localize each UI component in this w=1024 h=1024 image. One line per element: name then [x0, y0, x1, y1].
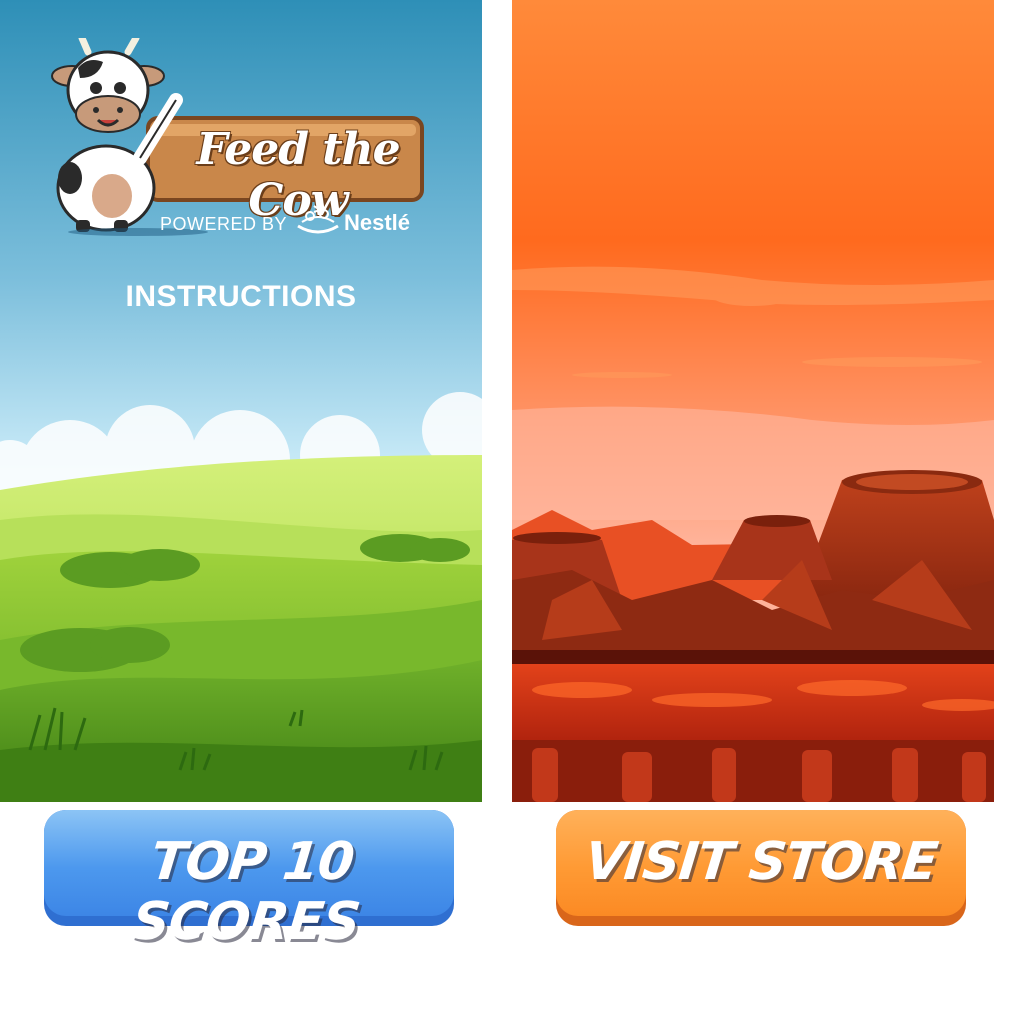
sponsor-logo: Nestlé: [294, 202, 424, 242]
game-logo: Feed the Cow POWERED BY Nestlé: [48, 38, 428, 238]
sponsor-name: Nestlé: [344, 210, 411, 235]
volcano-level-panel[interactable]: [512, 0, 994, 802]
visit-store-label: VISIT STORE: [582, 832, 940, 892]
top-scores-button[interactable]: TOP 10 SCORES: [44, 810, 454, 952]
volcano-background: [512, 0, 994, 802]
nestle-nest-icon: [297, 205, 339, 234]
instructions-link[interactable]: INSTRUCTIONS: [0, 280, 482, 314]
visit-store-button[interactable]: VISIT STORE: [556, 810, 966, 926]
meadow-level-panel[interactable]: Feed the Cow POWERED BY Nestlé INSTRUCTI…: [0, 0, 482, 802]
powered-by-label: POWERED BY: [160, 214, 288, 234]
top-scores-label: TOP 10 SCORES: [129, 832, 363, 952]
